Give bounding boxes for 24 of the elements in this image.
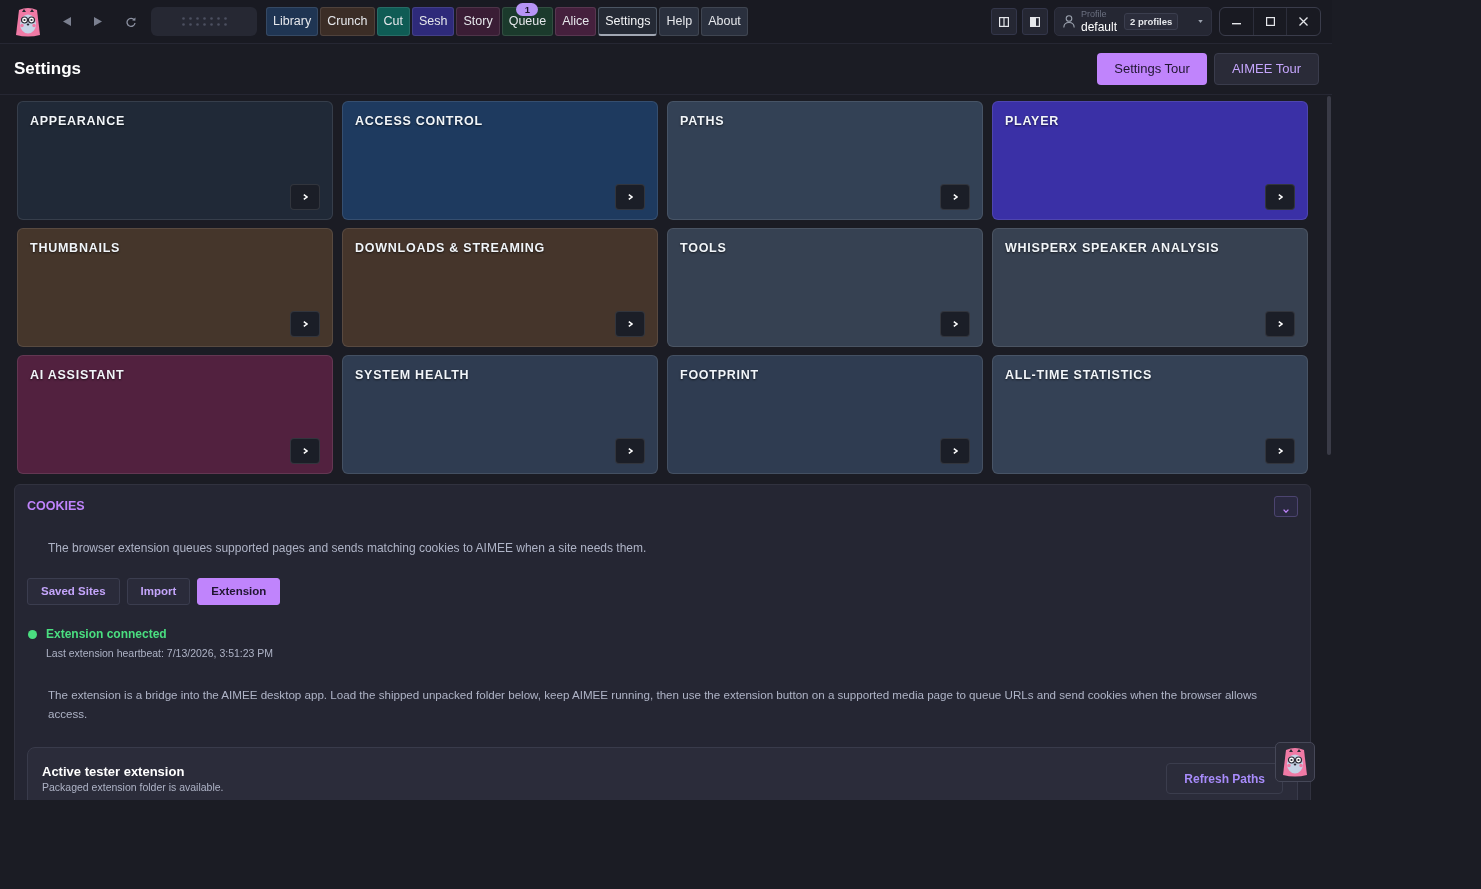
- card-title: THUMBNAILS: [30, 240, 121, 256]
- profile-name: default: [1081, 20, 1118, 34]
- page-title: Settings: [14, 58, 82, 81]
- extension-info: The extension is a bridge into the AIMEE desktop app. Load the shipped unpacked folder below, keep AIMEE running, then use the extension button on a supported media page to queue URLs and send cookies when the browser allows access.: [47, 687, 1259, 722]
- panel-title: COOKIES: [27, 498, 85, 516]
- profile-count-badge: 2 profiles: [1124, 13, 1179, 30]
- card-title: DOWNLOADS & STREAMING: [355, 240, 546, 256]
- extension-card-title: Active tester extension: [42, 764, 186, 780]
- count-badge: 1: [516, 3, 539, 16]
- card-title: ALL-TIME STATISTICS: [1005, 367, 1153, 383]
- panel-description: The browser extension queues supported pages and sends matching cookies to AIMEE when a site needs them.: [47, 540, 648, 556]
- profile-caption: Profile: [1081, 9, 1108, 19]
- card-title: WHISPERX SPEAKER ANALYSIS: [1005, 240, 1220, 256]
- card-title: PLAYER: [1005, 113, 1060, 129]
- card-title: ACCESS CONTROL: [355, 113, 483, 129]
- card-title: SYSTEM HEALTH: [355, 367, 470, 383]
- status-label: Extension connected: [46, 627, 168, 642]
- card-title: TOOLS: [680, 240, 727, 256]
- card-title: APPEARANCE: [30, 113, 125, 129]
- heartbeat-text: Last extension heartbeat: 7/13/2026, 3:51:23 PM: [46, 647, 274, 660]
- card-title: PATHS: [680, 113, 725, 129]
- card-title: AI ASSISTANT: [30, 367, 125, 383]
- card-title: FOOTPRINT: [680, 367, 759, 383]
- extension-card-subtitle: Packaged extension folder is available.: [42, 781, 224, 794]
